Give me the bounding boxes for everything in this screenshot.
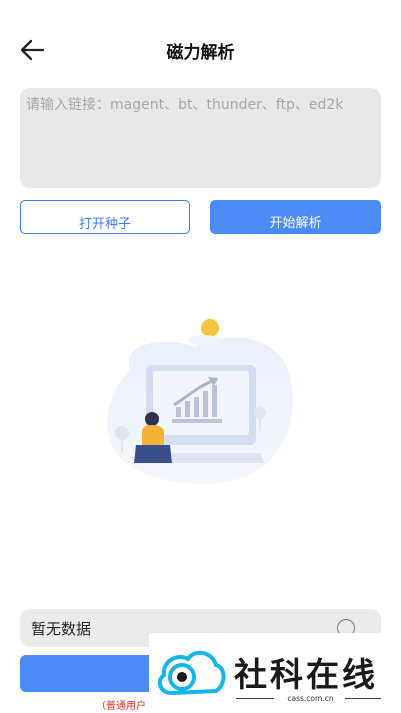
watermark-line-right bbox=[345, 698, 381, 699]
open-seed-button[interactable]: 打开种子 bbox=[20, 200, 190, 234]
app-header: 磁力解析 bbox=[0, 0, 401, 100]
start-parse-button[interactable]: 开始解析 bbox=[210, 200, 381, 234]
user-note: （普通用户 bbox=[96, 701, 146, 712]
start-parse-label: 开始解析 bbox=[269, 216, 322, 231]
page-title: 磁力解析 bbox=[166, 43, 235, 63]
link-input[interactable] bbox=[20, 88, 381, 188]
watermark-logo-icon bbox=[157, 650, 226, 696]
open-seed-label: 打开种子 bbox=[78, 217, 131, 232]
watermark-text: 社科在线 bbox=[234, 655, 378, 694]
empty-data-text: 暂无数据 bbox=[31, 620, 92, 638]
empty-data-illustration bbox=[107, 319, 293, 484]
